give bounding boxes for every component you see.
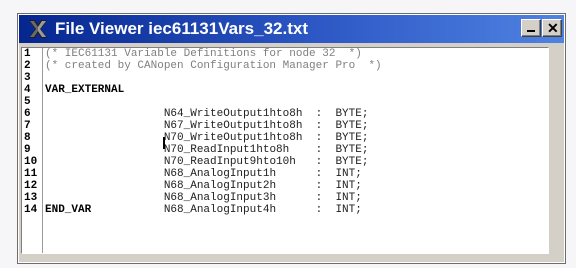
line-number-7: 7 <box>24 120 31 132</box>
code-line-5: N64_WriteOutput1hto8h : BYTE; <box>45 96 369 120</box>
variable-declaration-13: N68_AnalogInput4h : INT; <box>97 204 362 216</box>
line-number-6: 6 <box>24 108 31 120</box>
code-line-12: N68_AnalogInput3h : INT; <box>45 180 362 204</box>
code-line-1: (* IEC61131 Variable Definitions for nod… <box>45 48 362 60</box>
code-line-6: N67_WriteOutput1hto8h : BYTE; <box>45 108 369 132</box>
line-number-4: 4 <box>24 84 31 96</box>
line-number-11: 11 <box>24 168 38 180</box>
line-number-8: 8 <box>24 132 31 144</box>
code-line-13: N68_AnalogInput4h : INT; <box>45 192 362 216</box>
close-icon: ✕ <box>547 20 559 36</box>
window-titlebar[interactable]: File Viewer iec61131Vars_32.txt ✕ <box>19 15 564 43</box>
line-number-9: 9 <box>24 144 31 156</box>
code-line-8: N70_ReadInput1hto8h : BYTE; <box>45 132 369 156</box>
x-icon <box>29 20 47 38</box>
line-number-13: 13 <box>24 192 38 204</box>
line-number-5: 5 <box>24 96 31 108</box>
line-number-1: 1 <box>24 48 31 60</box>
code-line-11: N68_AnalogInput2h : INT; <box>45 168 362 192</box>
line-number-10: 10 <box>24 156 38 168</box>
minimize-icon <box>527 30 535 32</box>
text-viewer[interactable]: 1 2 3 4 5 6 7 8 9 10 11 12 13 14 (* IEC6… <box>21 47 549 254</box>
minimize-button[interactable] <box>521 19 541 37</box>
code-line-7: N70_WriteOutput1hto8h : BYTE; <box>45 120 369 144</box>
code-line-9: N70_ReadInput9hto10h : BYTE; <box>45 144 369 168</box>
line-number-2: 2 <box>24 60 31 72</box>
close-button[interactable]: ✕ <box>542 19 562 37</box>
code-line-4: VAR_EXTERNAL <box>45 84 125 96</box>
window-title: File Viewer iec61131Vars_32.txt <box>55 19 308 38</box>
code-line-14: END_VAR <box>45 204 92 216</box>
code-line-2: (* created by CANopen Configuration Mana… <box>45 60 382 72</box>
line-number-14: 14 <box>24 204 38 216</box>
code-line-10: N68_AnalogInput1h : INT; <box>45 156 362 180</box>
line-number-3: 3 <box>24 72 31 84</box>
text-cursor <box>163 137 165 149</box>
line-number-12: 12 <box>24 180 38 192</box>
screen: File Viewer iec61131Vars_32.txt ✕ 1 2 3 … <box>0 0 576 268</box>
file-viewer-window: File Viewer iec61131Vars_32.txt ✕ 1 2 3 … <box>17 13 566 264</box>
